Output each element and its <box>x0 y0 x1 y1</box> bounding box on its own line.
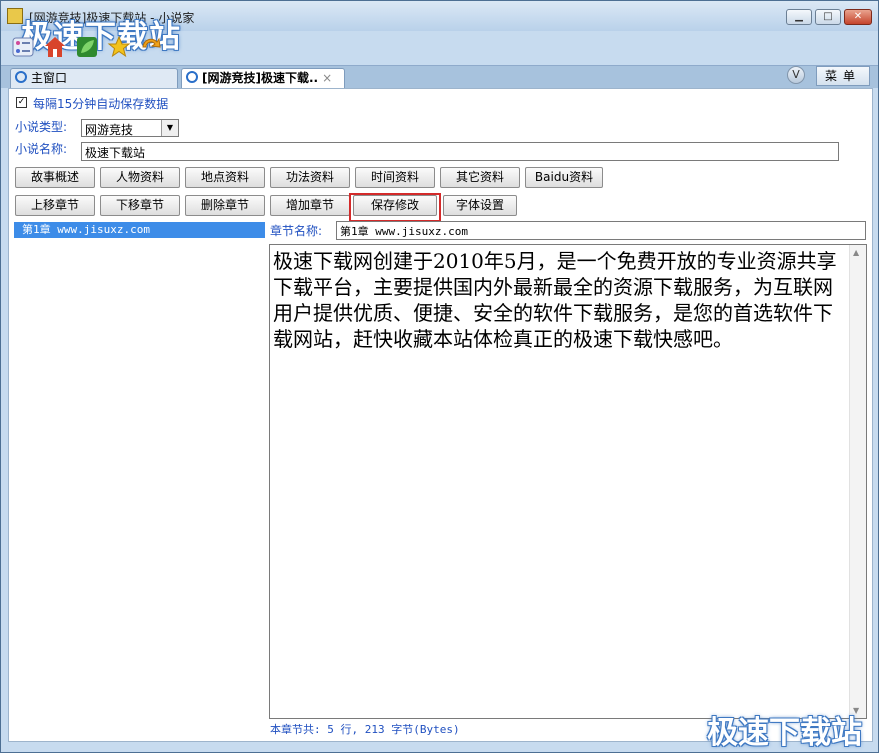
chapter-name-value: 第1章 www.jisuxz.com <box>340 225 468 238</box>
maximize-icon: □ <box>823 11 833 22</box>
tab-novel[interactable]: [网游竞技]极速下载.. × <box>181 68 345 88</box>
novel-type-value: 网游竞技 <box>85 123 134 137</box>
tab-bar: 主窗口 [网游竞技]极速下载.. × <box>1 65 878 88</box>
ie-icon <box>15 71 27 83</box>
font-settings-button[interactable]: 字体设置 <box>443 195 517 216</box>
tab-close-icon[interactable]: × <box>322 71 332 85</box>
chapter-body-editor[interactable]: 极速下载网创建于2010年5月，是一个免费开放的专业资源共享下载平台，主要提供国… <box>269 244 867 719</box>
novel-name-label: 小说名称: <box>15 142 68 156</box>
story-summary-button[interactable]: 故事概述 <box>15 167 95 188</box>
novel-name-value: 极速下载站 <box>85 146 146 160</box>
novel-type-label: 小说类型: <box>15 120 68 134</box>
add-chapter-button[interactable]: 增加章节 <box>270 195 350 216</box>
autosave-checkbox[interactable]: ✓ <box>16 97 27 108</box>
novel-type-select[interactable]: 网游竞技 ▼ <box>81 119 179 137</box>
chapter-name-label: 章节名称: <box>270 224 323 238</box>
close-icon: ✕ <box>853 11 863 22</box>
chapter-body-text[interactable]: 极速下载网创建于2010年5月，是一个免费开放的专业资源共享下载平台，主要提供国… <box>273 248 845 352</box>
refresh-icon[interactable] <box>139 35 163 59</box>
move-chapter-down-button[interactable]: 下移章节 <box>100 195 180 216</box>
list-settings-icon[interactable] <box>11 35 35 59</box>
timeline-button[interactable]: 时间资料 <box>355 167 435 188</box>
scroll-up-icon[interactable]: ▲ <box>853 248 859 257</box>
chapter-name-input[interactable]: 第1章 www.jisuxz.com <box>336 221 866 240</box>
minimize-button[interactable]: ▁ <box>786 9 812 25</box>
maximize-button[interactable]: □ <box>815 9 841 25</box>
minimize-icon: ▁ <box>795 11 803 22</box>
save-highlight-frame <box>349 193 441 222</box>
locations-button[interactable]: 地点资料 <box>185 167 265 188</box>
close-button[interactable]: ✕ <box>844 9 872 25</box>
other-info-button[interactable]: 其它资料 <box>440 167 520 188</box>
move-chapter-up-button[interactable]: 上移章节 <box>15 195 95 216</box>
ie-icon <box>186 71 198 83</box>
app-window: [网游竞技]极速下载站 - 小说家 极速下载站 ▁ □ ✕ 主窗口 [网游竞技]… <box>0 0 879 753</box>
delete-chapter-button[interactable]: 删除章节 <box>185 195 265 216</box>
star-icon[interactable] <box>107 35 131 59</box>
tab-label: [网游竞技]极速下载.. <box>202 71 319 85</box>
autosave-label: 每隔15分钟自动保存数据 <box>33 97 169 111</box>
chapter-status: 本章节共: 5 行, 213 字节(Bytes) <box>270 723 460 736</box>
watermark-bottom: 极速下载站 <box>707 715 862 751</box>
chapter-list-item[interactable]: 第1章 www.jisuxz.com <box>14 222 265 238</box>
chapter-list[interactable]: 第1章 www.jisuxz.com <box>14 222 265 732</box>
tab-label: 主窗口 <box>31 71 68 85</box>
vertical-scrollbar[interactable]: ▲ ▼ <box>849 245 866 718</box>
home-icon[interactable] <box>43 35 67 59</box>
baidu-info-button[interactable]: Baidu资料 <box>525 167 603 188</box>
tab-main-window[interactable]: 主窗口 <box>10 68 178 88</box>
leaf-icon[interactable] <box>75 35 99 59</box>
main-panel: ✓ 每隔15分钟自动保存数据 小说类型: 网游竞技 ▼ 小说名称: 极速下载站 … <box>8 88 873 742</box>
novel-name-input[interactable]: 极速下载站 <box>81 142 839 161</box>
tab-list-dropdown[interactable]: V <box>787 66 805 84</box>
menu-button[interactable]: 菜单 <box>816 66 870 86</box>
chevron-down-icon: ▼ <box>161 120 178 136</box>
characters-button[interactable]: 人物资料 <box>100 167 180 188</box>
title-bar[interactable]: [网游竞技]极速下载站 - 小说家 极速下载站 ▁ □ ✕ <box>1 1 878 55</box>
skills-button[interactable]: 功法资料 <box>270 167 350 188</box>
